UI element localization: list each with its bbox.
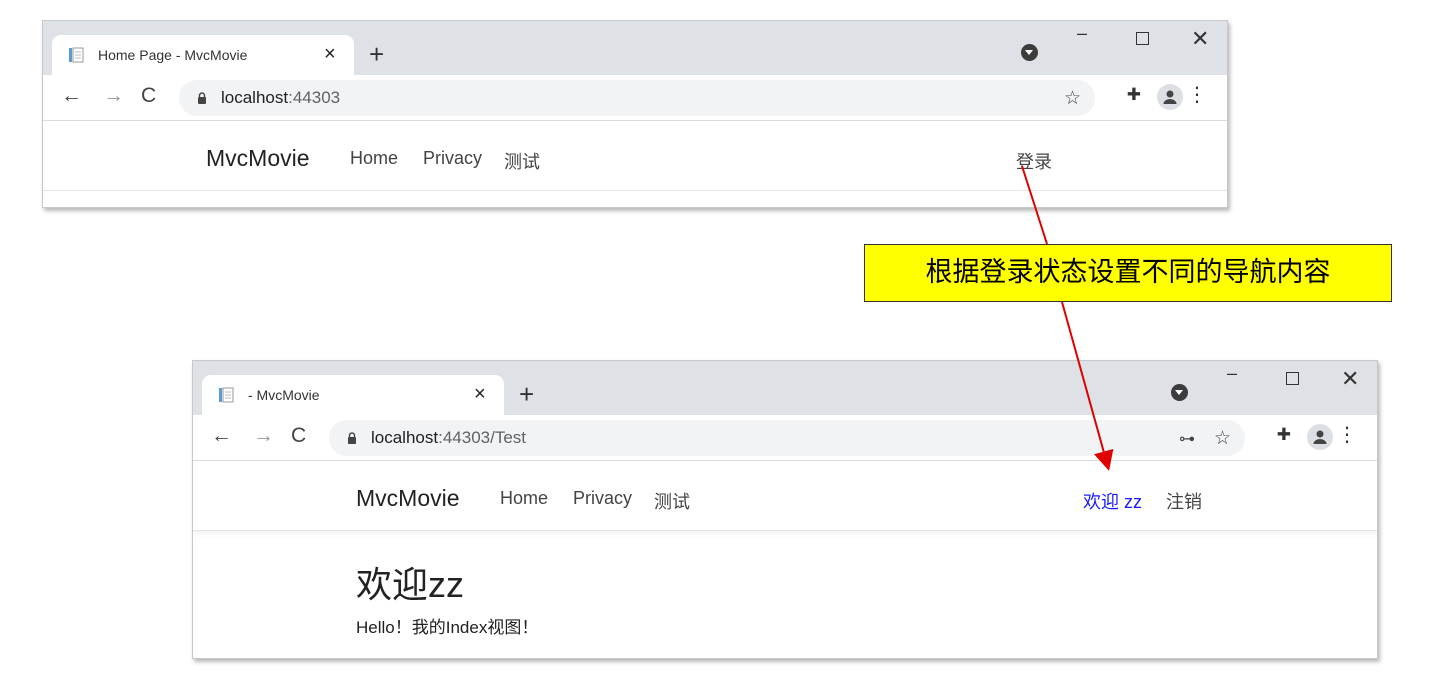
maximize-icon[interactable]	[1286, 372, 1299, 385]
bookmark-star-icon[interactable]: ☆	[1064, 87, 1081, 110]
password-key-icon[interactable]: ⊶	[1179, 429, 1195, 449]
back-arrow-icon[interactable]: ←	[61, 84, 82, 108]
tab-search-icon[interactable]	[1021, 44, 1038, 61]
tab-title: Home Page - MvcMovie	[98, 47, 248, 63]
tab-search-icon[interactable]	[1171, 384, 1188, 401]
close-window-icon[interactable]: ✕	[1341, 367, 1359, 391]
forward-arrow-icon[interactable]: →	[103, 84, 124, 108]
close-window-icon[interactable]: ✕	[1191, 27, 1209, 51]
page-viewport: MvcMovie Home Privacy 测试 欢迎 zz 注销 欢迎zz H…	[193, 461, 1377, 658]
site-navbar: MvcMovie Home Privacy 测试 登录	[43, 121, 1227, 191]
reload-icon[interactable]: C	[291, 424, 306, 448]
url-text: localhost:44303/Test	[371, 428, 527, 447]
browser-window-logged-out: Home Page - MvcMovie × + – ✕ ← → C local…	[42, 20, 1228, 208]
tab-strip: - MvcMovie × + – ✕	[193, 361, 1377, 415]
page-paragraph: Hello！我的Index视图！	[356, 618, 539, 637]
page-title: 欢迎zz	[356, 564, 465, 605]
tab-close-icon[interactable]: ×	[474, 383, 486, 405]
reload-icon[interactable]: C	[141, 84, 156, 108]
annotation-callout: 根据登录状态设置不同的导航内容	[864, 244, 1392, 302]
new-tab-button[interactable]: +	[369, 39, 384, 69]
tab-strip: Home Page - MvcMovie × + – ✕	[43, 21, 1227, 75]
nav-link-login[interactable]: 登录	[1016, 148, 1052, 174]
browser-menu-icon[interactable]: ⋮	[1337, 424, 1357, 446]
nav-link-privacy[interactable]: Privacy	[573, 488, 632, 509]
page-favicon-icon	[219, 387, 234, 403]
nav-link-privacy[interactable]: Privacy	[423, 148, 482, 169]
minimize-icon[interactable]: –	[1227, 363, 1237, 384]
tab-title: - MvcMovie	[248, 387, 320, 403]
tab-close-icon[interactable]: ×	[324, 43, 336, 65]
address-bar[interactable]: localhost:44303 ☆	[179, 80, 1095, 116]
back-arrow-icon[interactable]: ←	[211, 424, 232, 448]
nav-link-home[interactable]: Home	[500, 488, 548, 509]
browser-tab[interactable]: - MvcMovie ×	[202, 375, 504, 415]
browser-window-logged-in: - MvcMovie × + – ✕ ← → C localhost:44303…	[192, 360, 1378, 659]
extensions-icon[interactable]: ✚	[1127, 85, 1141, 105]
nav-link-logout[interactable]: 注销	[1166, 488, 1202, 514]
browser-toolbar: ← → C localhost:44303 ☆ ✚ ⋮	[43, 75, 1227, 121]
profile-avatar-icon[interactable]	[1307, 424, 1333, 450]
browser-toolbar: ← → C localhost:44303/Test ⊶ ☆ ✚ ⋮	[193, 415, 1377, 461]
new-tab-button[interactable]: +	[519, 379, 534, 409]
nav-link-home[interactable]: Home	[350, 148, 398, 169]
lock-icon	[198, 92, 206, 104]
page-favicon-icon	[69, 47, 84, 63]
nav-link-welcome-user[interactable]: 欢迎 zz	[1083, 488, 1142, 514]
nav-link-test[interactable]: 测试	[504, 148, 540, 174]
url-text: localhost:44303	[221, 88, 341, 107]
address-bar[interactable]: localhost:44303/Test ⊶ ☆	[329, 420, 1245, 456]
site-brand[interactable]: MvcMovie	[206, 145, 310, 172]
bookmark-star-icon[interactable]: ☆	[1214, 427, 1231, 450]
page-viewport: MvcMovie Home Privacy 测试 登录	[43, 121, 1227, 207]
browser-tab[interactable]: Home Page - MvcMovie ×	[52, 35, 354, 75]
maximize-icon[interactable]	[1136, 32, 1149, 45]
forward-arrow-icon[interactable]: →	[253, 424, 274, 448]
nav-link-test[interactable]: 测试	[654, 488, 690, 514]
minimize-icon[interactable]: –	[1077, 23, 1087, 44]
site-brand[interactable]: MvcMovie	[356, 485, 460, 512]
site-navbar: MvcMovie Home Privacy 测试 欢迎 zz 注销	[193, 461, 1377, 531]
profile-avatar-icon[interactable]	[1157, 84, 1183, 110]
lock-icon	[348, 432, 356, 444]
browser-menu-icon[interactable]: ⋮	[1187, 84, 1207, 106]
extensions-icon[interactable]: ✚	[1277, 425, 1291, 445]
